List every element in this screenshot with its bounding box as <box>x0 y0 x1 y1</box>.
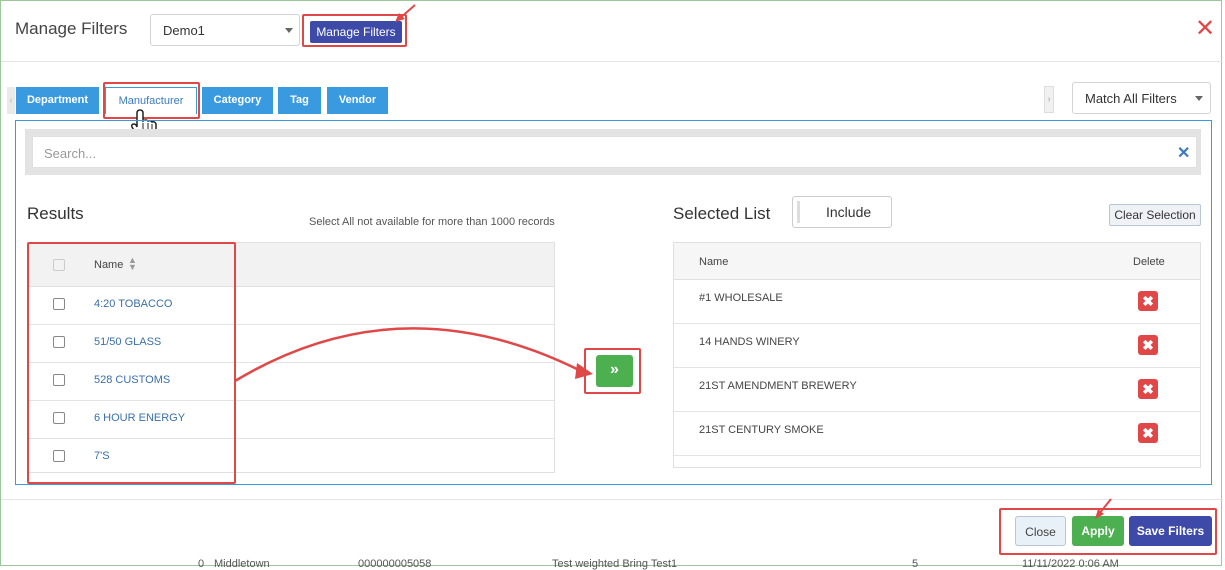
clear-selection-button[interactable]: Clear Selection <box>1109 204 1201 226</box>
row-divider <box>674 323 1200 324</box>
clear-search-icon[interactable]: ✕ <box>1177 143 1190 163</box>
selected-table-header: Name Delete <box>674 243 1200 280</box>
select-all-note: Select All not available for more than 1… <box>309 216 555 228</box>
row-divider <box>674 411 1200 412</box>
results-heading: Results <box>27 204 84 223</box>
tab-scroll-right-icon[interactable]: › <box>1044 86 1054 113</box>
footer-divider <box>1 499 1223 500</box>
annotation-arrow-move <box>234 327 593 383</box>
selected-column-name: Name <box>699 256 729 268</box>
annotation-arrow-manage <box>395 4 416 22</box>
modal-title: Manage Filters <box>15 19 128 38</box>
selected-row-name: 21ST CENTURY SMOKE <box>699 424 824 436</box>
annotation-highlight-move <box>584 348 641 394</box>
match-filters-select[interactable]: Match All Filters <box>1072 82 1211 114</box>
delete-icon[interactable]: ✖ <box>1138 379 1158 399</box>
bg-cell: 5 <box>912 558 919 570</box>
bg-cell: Test weighted Bring Test1 <box>552 558 678 570</box>
chevron-down-icon <box>285 28 293 33</box>
tab-vendor[interactable]: Vendor <box>327 87 388 114</box>
selected-row-name: #1 WHOLESALE <box>699 292 783 304</box>
annotation-arrow-apply <box>1095 498 1112 519</box>
match-filters-value: Match All Filters <box>1085 91 1177 106</box>
header-divider <box>1 61 1223 62</box>
search-placeholder: Search... <box>44 146 97 161</box>
tab-department[interactable]: Department <box>16 87 99 114</box>
preset-select-value: Demo1 <box>163 23 205 38</box>
row-divider <box>674 455 1200 456</box>
bg-cell: Middletown <box>214 558 270 570</box>
bg-cell: 11/11/2022 0:06 AM <box>1022 558 1119 570</box>
selected-row-name: 21ST AMENDMENT BREWERY <box>699 380 857 392</box>
tab-scroll-left-icon[interactable]: ‹ <box>7 87 15 114</box>
selected-column-delete: Delete <box>1133 256 1165 268</box>
tab-category[interactable]: Category <box>202 87 273 114</box>
search-input[interactable]: Search... <box>32 136 1197 168</box>
preset-select[interactable]: Demo1 <box>150 14 300 46</box>
manage-filters-modal: Manage Filters Demo1 Manage Filters ✕ ‹ … <box>0 0 1223 566</box>
delete-icon[interactable]: ✖ <box>1138 335 1158 355</box>
delete-icon[interactable]: ✖ <box>1138 291 1158 311</box>
include-toggle-switch <box>797 201 800 223</box>
bg-cell: 000000005058 <box>358 558 432 570</box>
annotation-highlight-manage <box>302 14 407 47</box>
close-icon[interactable]: ✕ <box>1193 17 1217 41</box>
delete-icon[interactable]: ✖ <box>1138 423 1158 443</box>
bg-cell: 0 <box>198 558 205 570</box>
selected-row-name: 14 HANDS WINERY <box>699 336 800 348</box>
selected-list-heading: Selected List <box>673 204 771 223</box>
include-toggle-label: Include <box>826 204 872 220</box>
row-divider <box>674 367 1200 368</box>
chevron-down-icon <box>1195 96 1203 101</box>
annotation-highlight-results <box>27 242 236 484</box>
include-toggle[interactable]: Include <box>792 196 892 228</box>
tab-tag[interactable]: Tag <box>278 87 321 114</box>
